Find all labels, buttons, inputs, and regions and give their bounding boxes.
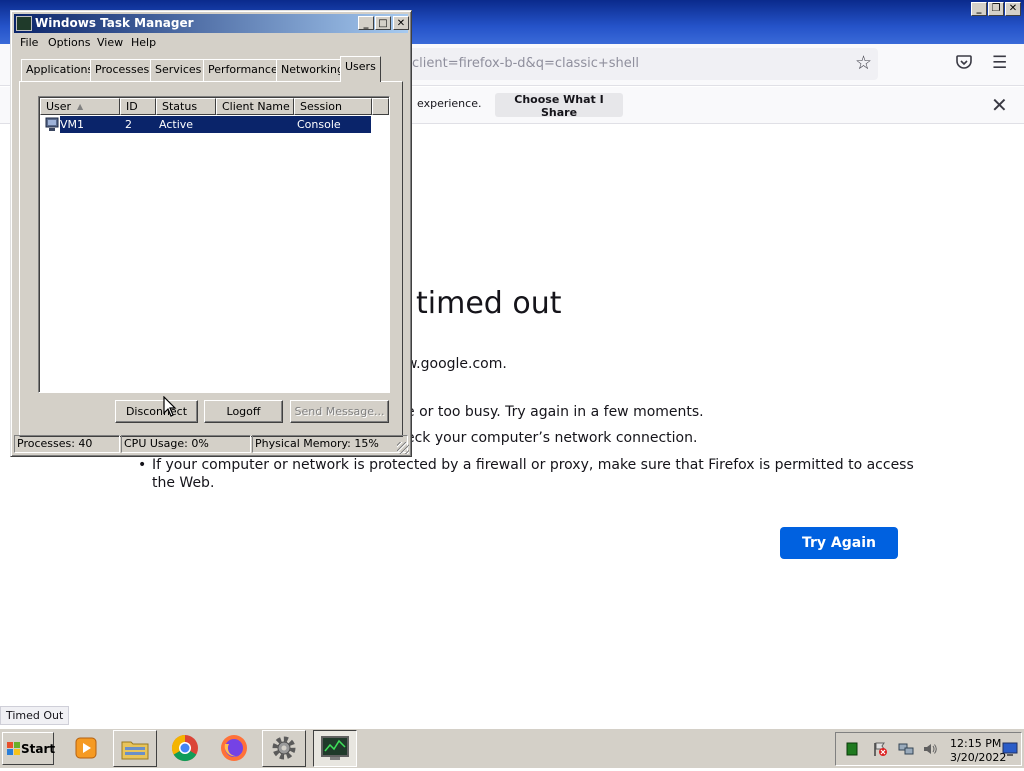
firefox-restore-button[interactable]: ❐ xyxy=(988,2,1004,16)
error-line-firewall-text: If your computer or network is protected… xyxy=(152,457,914,491)
status-processes: Processes: 40 xyxy=(14,435,120,453)
error-line-network: eck your computer’s network connection. xyxy=(406,430,698,446)
menu-help[interactable]: Help xyxy=(131,36,156,49)
tab-performance[interactable]: Performance xyxy=(203,59,283,81)
volume-icon[interactable] xyxy=(922,741,938,757)
task-manager-status-bar: Processes: 40 CPU Usage: 0% Physical Mem… xyxy=(14,435,408,454)
close-icon[interactable]: ✕ xyxy=(991,93,1008,117)
choose-what-i-share-button[interactable]: Choose What I Share xyxy=(495,93,623,119)
performance-monitor-icon[interactable] xyxy=(844,741,860,757)
cell-status: Active xyxy=(159,118,194,131)
firefox-minimize-button[interactable]: _ xyxy=(971,2,987,16)
column-header-spacer xyxy=(372,98,389,115)
bullet-dot: • xyxy=(138,457,147,473)
network-icon[interactable] xyxy=(898,741,914,757)
bookmark-star-icon[interactable]: ☆ xyxy=(855,52,872,74)
file-explorer-icon[interactable] xyxy=(113,730,157,767)
sort-ascending-icon: ▲ xyxy=(77,102,84,111)
task-manager-title-bar[interactable]: Windows Task Manager _ □ ✕ xyxy=(14,14,409,33)
mouse-cursor-icon xyxy=(163,396,177,417)
column-header-client-name[interactable]: Client Name xyxy=(216,98,294,115)
address-bar[interactable]: client=firefox-b-d&q=classic+shell ☆ xyxy=(402,48,878,80)
column-header-user[interactable]: User ▲ xyxy=(40,98,120,115)
start-button[interactable]: Start xyxy=(2,732,56,765)
cell-id: 2 xyxy=(125,118,132,131)
tm-maximize-button[interactable]: □ xyxy=(375,16,391,30)
resize-grip-icon[interactable] xyxy=(397,442,409,454)
menu-file[interactable]: File xyxy=(20,36,38,49)
task-manager-icon[interactable] xyxy=(313,730,357,767)
column-header-id[interactable]: ID xyxy=(120,98,156,115)
error-line-host: w.google.com. xyxy=(406,356,507,372)
tab-users[interactable]: Users xyxy=(340,56,381,82)
tm-minimize-button[interactable]: _ xyxy=(358,16,374,30)
tab-networking[interactable]: Networking xyxy=(276,59,349,81)
firefox-status-text: Timed Out xyxy=(0,706,70,725)
users-list[interactable]: User ▲ ID Status Client Name Session VM1… xyxy=(38,96,390,393)
settings-gear-icon[interactable] xyxy=(262,730,306,767)
pocket-icon[interactable] xyxy=(955,53,973,71)
action-center-flag-icon[interactable] xyxy=(872,741,888,757)
logoff-button[interactable]: Logoff xyxy=(204,400,283,423)
address-bar-text: client=firefox-b-d&q=classic+shell xyxy=(412,56,639,71)
task-manager-title: Windows Task Manager xyxy=(35,16,194,30)
notice-text: experience. xyxy=(417,97,482,110)
column-header-status[interactable]: Status xyxy=(156,98,216,115)
tab-services[interactable]: Services xyxy=(150,59,207,81)
try-again-button[interactable]: Try Again xyxy=(780,527,898,559)
hamburger-menu-icon[interactable]: ☰ xyxy=(992,53,1007,73)
tab-processes[interactable]: Processes xyxy=(90,59,155,81)
column-header-user-label: User xyxy=(46,100,72,113)
send-message-button[interactable]: Send Message... xyxy=(290,400,389,423)
table-row[interactable]: VM1 2 Active Console xyxy=(42,116,371,133)
tab-applications[interactable]: Applications xyxy=(21,59,99,81)
system-tray: 12:15 PM 3/20/2022 xyxy=(835,732,1022,766)
error-title: timed out xyxy=(416,286,562,321)
task-manager-window: Windows Task Manager _ □ ✕ File Options … xyxy=(10,10,412,457)
column-header-session[interactable]: Session xyxy=(294,98,372,115)
status-physical-memory: Physical Memory: 15% xyxy=(252,435,408,453)
clock-time[interactable]: 12:15 PM xyxy=(950,737,1001,750)
error-line-firewall: • If your computer or network is protect… xyxy=(138,456,918,492)
task-manager-icon xyxy=(16,16,32,31)
taskbar: Start 12:15 PM 3/20/2022 xyxy=(0,727,1024,768)
menu-options[interactable]: Options xyxy=(48,36,90,49)
cell-session: Console xyxy=(297,118,341,131)
firefox-close-button[interactable]: ✕ xyxy=(1005,2,1021,16)
error-line-busy: e or too busy. Try again in a few moment… xyxy=(406,404,704,420)
chrome-icon[interactable] xyxy=(163,730,207,767)
disconnect-button[interactable]: Disconnect xyxy=(115,400,198,423)
status-cpu-usage: CPU Usage: 0% xyxy=(121,435,251,453)
user-icon xyxy=(45,117,59,131)
show-desktop-icon[interactable] xyxy=(1002,741,1018,757)
windows-logo-icon xyxy=(7,742,20,755)
media-player-icon[interactable] xyxy=(64,730,108,767)
start-label: Start xyxy=(21,741,56,756)
firefox-icon[interactable] xyxy=(212,730,256,767)
tm-close-button[interactable]: ✕ xyxy=(393,16,409,30)
clock-date[interactable]: 3/20/2022 xyxy=(950,751,1006,764)
cell-user: VM1 xyxy=(60,118,85,131)
menu-view[interactable]: View xyxy=(97,36,123,49)
